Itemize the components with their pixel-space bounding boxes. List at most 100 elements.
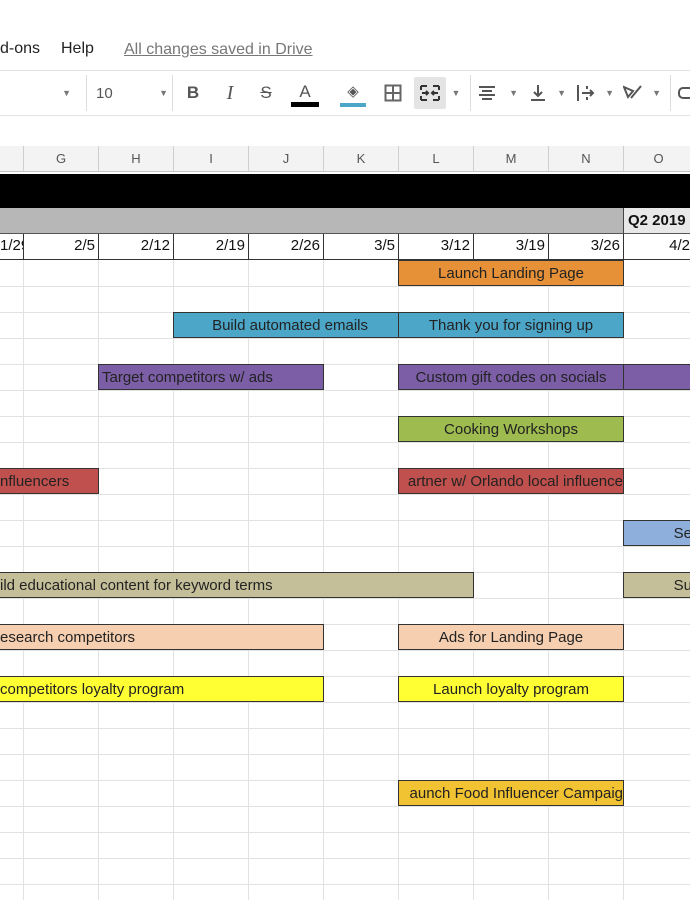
text-wrap-icon <box>577 85 595 101</box>
quarter-row-q1[interactable] <box>0 208 623 234</box>
row-gridline <box>0 546 690 547</box>
date-cell[interactable]: 3/5 <box>324 234 399 260</box>
font-size-select[interactable]: 10 ▼ <box>96 71 168 115</box>
task-bar[interactable]: Launch loyalty program <box>398 676 624 702</box>
toolbar-divider <box>86 75 87 111</box>
column-header-o[interactable]: O <box>624 146 690 172</box>
merge-dropdown[interactable]: ▼ <box>450 71 462 115</box>
row-gridline <box>0 520 690 521</box>
title-row[interactable] <box>0 174 690 208</box>
bold-icon: B <box>186 83 200 102</box>
chevron-down-icon: ▼ <box>605 88 614 98</box>
text-color-button[interactable]: A <box>290 71 320 115</box>
link-icon <box>678 87 690 99</box>
row-gridline <box>0 806 690 807</box>
align-bottom-icon <box>531 85 545 101</box>
chevron-down-icon: ▼ <box>652 88 661 98</box>
quarter-label-q2[interactable]: Q2 2019 <box>623 208 690 234</box>
text-color-swatch <box>291 101 319 107</box>
column-header-i[interactable]: I <box>174 146 249 172</box>
task-bar[interactable] <box>623 364 690 390</box>
task-bar[interactable]: competitors loyalty program <box>0 676 324 702</box>
date-cell[interactable]: 3/12 <box>399 234 474 260</box>
date-cell[interactable]: 4/2 <box>624 234 690 260</box>
row-gridline <box>0 702 690 703</box>
vertical-align-button[interactable]: ▼ <box>530 71 566 115</box>
chevron-down-icon: ▼ <box>62 88 71 98</box>
merge-cells-button[interactable] <box>414 77 446 109</box>
date-cell[interactable]: 1/29 <box>0 234 24 260</box>
date-cell[interactable]: 2/19 <box>174 234 249 260</box>
fill-color-swatch <box>340 102 366 107</box>
column-header-h[interactable]: H <box>99 146 174 172</box>
fill-color-button[interactable]: ◈ <box>339 71 367 115</box>
row-gridline <box>0 338 690 339</box>
menu-help[interactable]: Help <box>61 40 94 58</box>
task-bar[interactable]: Ads for Landing Page <box>398 624 624 650</box>
save-status-link[interactable]: All changes saved in Drive <box>124 41 313 59</box>
row-gridline <box>0 884 690 885</box>
column-header-k[interactable]: K <box>324 146 399 172</box>
row-gridline <box>0 832 690 833</box>
task-bar[interactable]: Thank you for signing up <box>398 312 624 338</box>
merge-cells-icon <box>420 85 440 101</box>
toolbar: ▼ 10 ▼ B I S A ◈ ▼ ▼ ▼ ▼ ▼ <box>0 70 690 116</box>
insert-link-button[interactable] <box>678 71 690 115</box>
borders-button[interactable] <box>380 71 406 115</box>
row-gridline <box>0 728 690 729</box>
date-cell[interactable]: 2/5 <box>24 234 99 260</box>
task-bar[interactable]: aunch Food Influencer Campaig <box>398 780 624 806</box>
task-bar[interactable]: Su <box>623 572 690 598</box>
italic-button[interactable]: I <box>217 71 243 115</box>
strikethrough-icon: S <box>260 83 272 102</box>
date-cell[interactable]: 3/19 <box>474 234 549 260</box>
menu-addons[interactable]: d-ons <box>0 40 40 58</box>
date-cell[interactable]: 2/12 <box>99 234 174 260</box>
task-bar[interactable]: Target competitors w/ ads <box>98 364 324 390</box>
task-bar[interactable]: esearch competitors <box>0 624 324 650</box>
column-header-l[interactable]: L <box>399 146 474 172</box>
toolbar-divider <box>172 75 173 111</box>
text-rotation-button[interactable]: ▼ <box>623 71 661 115</box>
row-gridline <box>0 286 690 287</box>
chevron-down-icon: ▼ <box>451 88 461 98</box>
borders-icon <box>384 84 402 102</box>
task-bar[interactable]: Custom gift codes on socials <box>398 364 624 390</box>
row-gridline <box>0 650 690 651</box>
toolbar-divider <box>470 75 471 111</box>
row-gridline <box>0 858 690 859</box>
column-header-j[interactable]: J <box>249 146 324 172</box>
date-cell[interactable]: 3/26 <box>549 234 624 260</box>
text-color-icon: A <box>299 81 311 101</box>
bold-button[interactable]: B <box>180 71 206 115</box>
task-bar[interactable]: Build automated emails <box>173 312 399 338</box>
task-bar[interactable]: Se <box>623 520 690 546</box>
spreadsheet-grid[interactable]: G H I J K L M N O Q2 2019 1/29 2/5 2/12 … <box>0 146 690 900</box>
column-header-g[interactable]: G <box>24 146 99 172</box>
menu-bar: d-ons Help All changes saved in Drive <box>0 34 690 64</box>
task-bar[interactable]: artner w/ Orlando local influence <box>398 468 624 494</box>
font-size-value: 10 <box>96 84 113 102</box>
column-header-n[interactable]: N <box>549 146 624 172</box>
task-bar[interactable]: Launch Landing Page <box>398 260 624 286</box>
column-header-m[interactable]: M <box>474 146 549 172</box>
italic-icon: I <box>226 81 234 104</box>
row-gridline <box>0 754 690 755</box>
task-bar[interactable]: nfluencers <box>0 468 99 494</box>
toolbar-divider <box>670 75 671 111</box>
chevron-down-icon: ▼ <box>509 88 518 98</box>
task-bar[interactable]: ild educational content for keyword term… <box>0 572 474 598</box>
row-gridline <box>0 598 690 599</box>
text-wrap-button[interactable]: ▼ <box>576 71 614 115</box>
text-rotation-icon <box>623 85 642 99</box>
row-gridline <box>0 390 690 391</box>
row-gridline <box>0 494 690 495</box>
date-cell[interactable]: 2/26 <box>249 234 324 260</box>
font-family-select[interactable]: ▼ <box>0 71 85 115</box>
chevron-down-icon: ▼ <box>557 88 566 98</box>
column-header-f[interactable] <box>0 146 24 172</box>
horizontal-align-button[interactable]: ▼ <box>478 71 518 115</box>
task-bar[interactable]: Cooking Workshops <box>398 416 624 442</box>
chevron-down-icon: ▼ <box>159 88 168 98</box>
strikethrough-button[interactable]: S <box>253 71 279 115</box>
